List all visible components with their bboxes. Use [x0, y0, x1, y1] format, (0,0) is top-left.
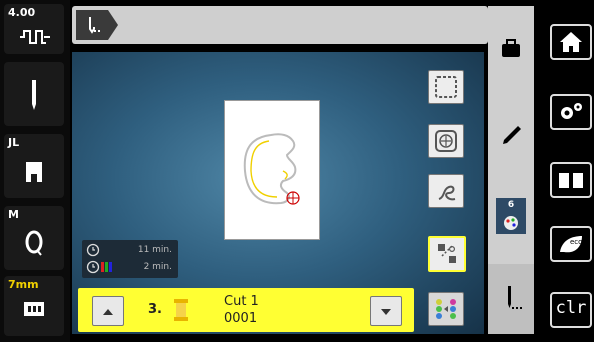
arrow-up-icon	[103, 309, 113, 315]
tutorial-button[interactable]	[550, 162, 592, 198]
total-time-row: 11 min.	[86, 243, 176, 259]
color-selection-bar: 3. Cut 1 0001	[78, 288, 414, 332]
gear-icon	[561, 103, 582, 119]
color-resequence-button[interactable]	[428, 292, 464, 326]
edit-panel: 6	[488, 6, 534, 334]
home-button[interactable]	[550, 24, 592, 60]
frame-dashed-icon	[435, 76, 457, 98]
hoop-frame-button[interactable]	[428, 70, 464, 104]
clock-color-icon	[86, 260, 112, 274]
previous-color-button[interactable]	[92, 296, 124, 326]
needle-icon	[32, 80, 36, 110]
presser-foot-button[interactable]: JL	[4, 134, 64, 198]
color-name: Cut 1	[224, 294, 259, 309]
presser-foot-icon	[26, 162, 42, 182]
book-icon	[559, 173, 583, 188]
home-icon	[560, 32, 582, 52]
total-time-value: 11 min.	[137, 245, 172, 255]
zigzag-stitch-icon	[20, 30, 50, 44]
breadcrumb-embroidery-tab[interactable]	[76, 10, 118, 40]
embroidery-design[interactable]	[225, 101, 319, 239]
setup-button[interactable]	[550, 94, 592, 130]
color-time-value: 2 min.	[143, 262, 172, 272]
embroidery-tab[interactable]	[488, 264, 534, 334]
stitch-width-value: 4.00	[8, 6, 36, 19]
palette-icon	[504, 216, 518, 230]
scissors-connection-icon	[438, 244, 456, 263]
clear-label: clr	[555, 298, 587, 318]
color-code: 0001	[224, 311, 258, 326]
left-rail: 4.00 JL M 7mm	[0, 0, 70, 342]
time-info-box: 11 min. 2 min.	[82, 240, 178, 278]
move-icon	[435, 130, 457, 152]
eco-leaf-icon: eco	[560, 236, 582, 253]
move-design-button[interactable]	[428, 124, 464, 158]
color-time-row: 2 min.	[86, 260, 176, 276]
color-index: 3.	[148, 302, 162, 317]
clock-icon	[86, 243, 100, 257]
embroidery-canvas[interactable]: 11 min. 2 min. 3. Cut 1 0001	[72, 52, 484, 334]
stitch-path-icon	[438, 185, 456, 201]
hoop-area[interactable]	[224, 100, 320, 240]
stitch-width-button[interactable]: 4.00	[4, 4, 64, 54]
needle-stitch-icon	[508, 286, 522, 309]
clear-button[interactable]: clr	[550, 292, 592, 328]
thread-spool-icon	[174, 299, 188, 321]
top-bar	[72, 6, 488, 44]
color-dots-icon	[436, 299, 456, 319]
pencil-edit-icon[interactable]	[488, 116, 534, 146]
color-count-badge[interactable]: 6	[496, 198, 526, 234]
bobbin-button[interactable]: M	[4, 206, 64, 270]
cut-connection-button[interactable]	[428, 236, 466, 272]
eco-button[interactable]: eco	[550, 226, 592, 262]
right-rail: eco clr	[538, 0, 594, 342]
stitch-out-button[interactable]	[428, 174, 464, 208]
bobbin-label: M	[8, 208, 19, 221]
briefcase-icon[interactable]	[488, 34, 534, 64]
color-count: 6	[507, 200, 515, 210]
bobbin-icon	[25, 230, 43, 256]
stitch-length-value: 7mm	[8, 278, 39, 291]
next-color-button[interactable]	[370, 296, 402, 326]
needle-button[interactable]	[4, 62, 64, 126]
svg-text:eco: eco	[570, 238, 582, 246]
presser-foot-label: JL	[8, 136, 20, 149]
arrow-down-icon	[381, 309, 391, 315]
stitch-length-button[interactable]: 7mm	[4, 276, 64, 336]
feed-dog-icon	[24, 302, 44, 316]
